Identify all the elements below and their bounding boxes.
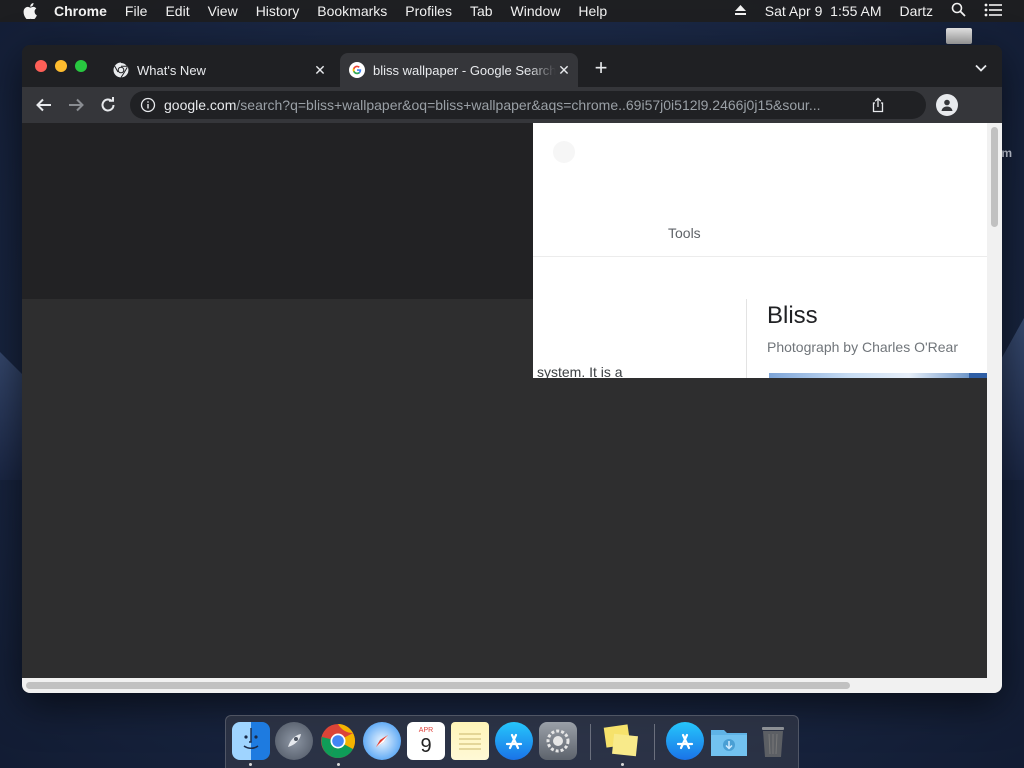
eject-icon[interactable] <box>734 3 747 19</box>
downloads-folder-icon[interactable] <box>710 722 748 760</box>
tab-whats-new[interactable]: What's New ✕ <box>104 53 334 87</box>
minimize-window-button[interactable] <box>55 60 67 72</box>
stickies-icon[interactable] <box>602 722 640 760</box>
chrome-dock-icon[interactable] <box>319 722 357 760</box>
knowledge-panel-title[interactable]: Bliss <box>767 302 818 330</box>
result-snippet: system. It is a <box>537 364 623 378</box>
stickies-running-dot <box>621 763 624 766</box>
url-path: /search?q=bliss+wallpaper&oq=bliss+wallp… <box>236 97 821 113</box>
horizontal-scrollbar[interactable] <box>22 678 1002 693</box>
calendar-day: 9 <box>420 734 432 757</box>
tab-bliss-wallpaper[interactable]: bliss wallpaper - Google Search ✕ <box>340 53 578 87</box>
forward-arrow-icon[interactable] <box>67 96 85 114</box>
reload-icon[interactable] <box>99 96 117 114</box>
tab-title: What's New <box>137 62 206 78</box>
finder-running-dot <box>249 763 252 766</box>
knowledge-panel-subtitle: Photograph by Charles O'Rear <box>767 339 958 355</box>
dock-separator <box>654 724 655 760</box>
browser-toolbar: google.com/search?q=bliss+wallpaper&oq=b… <box>22 87 1002 123</box>
clock[interactable]: Sat Apr 9 1:55 AM <box>765 3 882 19</box>
google-g-icon <box>349 62 365 78</box>
menu-edit[interactable]: Edit <box>165 3 189 19</box>
spotlight-search-icon[interactable] <box>951 2 966 20</box>
bliss-thumbnail-image[interactable] <box>769 373 969 378</box>
menu-history[interactable]: History <box>256 3 300 19</box>
search-results-panel: Tools Bliss Photograph by Charles O'Rear… <box>533 123 987 378</box>
address-bar[interactable]: google.com/search?q=bliss+wallpaper&oq=b… <box>130 91 926 119</box>
app-store-icon[interactable] <box>495 722 533 760</box>
launchpad-rocket-icon[interactable] <box>275 722 313 760</box>
menu-help[interactable]: Help <box>578 3 607 19</box>
back-arrow-icon[interactable] <box>35 96 53 114</box>
tab-search-chevron-icon[interactable] <box>974 61 988 75</box>
secondary-thumbnail-image[interactable] <box>969 373 987 378</box>
notes-icon[interactable] <box>451 722 489 760</box>
page-dark-overlay <box>22 123 533 299</box>
close-tab-icon[interactable]: ✕ <box>312 62 328 78</box>
results-divider <box>533 256 987 257</box>
safari-compass-icon[interactable] <box>363 722 401 760</box>
url-text[interactable]: google.com/search?q=bliss+wallpaper&oq=b… <box>164 97 860 113</box>
profile-avatar-icon[interactable] <box>936 94 958 116</box>
calendar-month: APR <box>418 726 434 734</box>
url-domain: google.com <box>164 97 237 113</box>
menu-view[interactable]: View <box>208 3 238 19</box>
menu-file[interactable]: File <box>125 3 148 19</box>
share-icon[interactable] <box>870 97 886 113</box>
tab-strip: What's New ✕ bliss wallpaper - Google Se… <box>22 45 1002 87</box>
close-tab-icon[interactable]: ✕ <box>556 62 572 78</box>
hard-drive-icon[interactable] <box>946 28 972 44</box>
menu-app-chrome[interactable]: Chrome <box>54 3 107 19</box>
knowledge-panel-divider <box>746 299 747 378</box>
control-center-list-icon[interactable] <box>984 3 1002 20</box>
menu-window[interactable]: Window <box>511 3 561 19</box>
apple-icon[interactable] <box>20 3 40 19</box>
menu-bookmarks[interactable]: Bookmarks <box>317 3 387 19</box>
app-store-folder-icon[interactable] <box>666 722 704 760</box>
google-logo-faint <box>553 141 575 163</box>
horizontal-scrollbar-thumb[interactable] <box>26 682 850 689</box>
user-name[interactable]: Dartz <box>900 3 933 19</box>
finder-icon[interactable] <box>232 722 270 760</box>
calendar-icon[interactable]: APR 9 <box>407 722 445 760</box>
close-window-button[interactable] <box>35 60 47 72</box>
chrome-running-dot <box>337 763 340 766</box>
menu-bar: Chrome File Edit View History Bookmarks … <box>0 0 1024 22</box>
dock: APR 9 <box>225 715 799 768</box>
menu-tab[interactable]: Tab <box>470 3 493 19</box>
desktop-edge-label: m <box>1001 146 1012 160</box>
dock-separator <box>590 724 591 760</box>
tools-button[interactable]: Tools <box>668 225 701 241</box>
page-viewport: Tools Bliss Photograph by Charles O'Rear… <box>22 123 987 678</box>
site-info-icon[interactable] <box>140 97 156 113</box>
vertical-scrollbar-thumb[interactable] <box>991 127 998 227</box>
vertical-scrollbar[interactable] <box>987 123 1002 678</box>
trash-icon[interactable] <box>754 722 792 760</box>
new-tab-plus-icon[interactable]: + <box>592 57 610 79</box>
tab-title: bliss wallpaper - Google Search <box>373 62 556 78</box>
chrome-window: What's New ✕ bliss wallpaper - Google Se… <box>22 45 1002 693</box>
system-preferences-gear-icon[interactable] <box>539 722 577 760</box>
fullscreen-window-button[interactable] <box>75 60 87 72</box>
chrome-icon <box>113 62 129 78</box>
menu-profiles[interactable]: Profiles <box>405 3 452 19</box>
